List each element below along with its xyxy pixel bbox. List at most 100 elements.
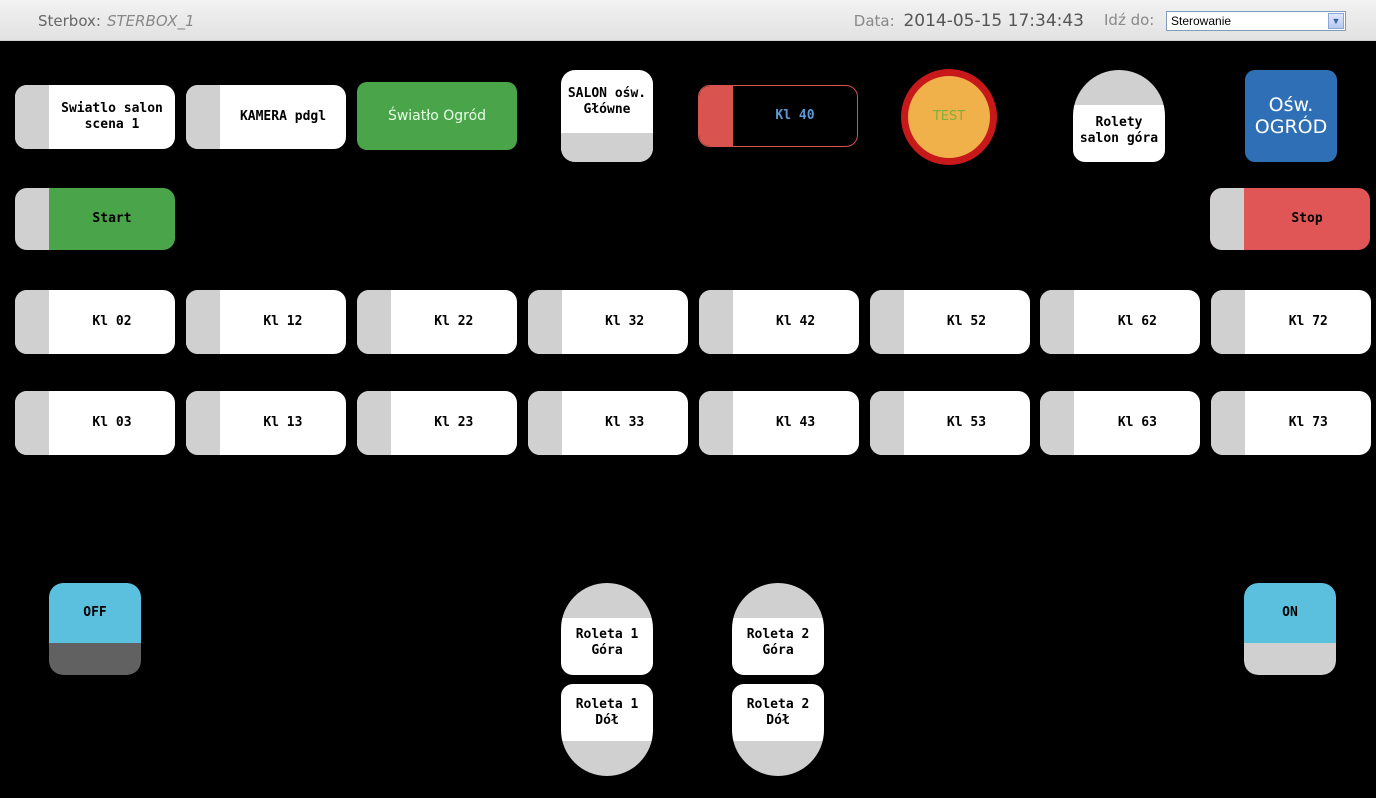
button-bottom [561, 133, 653, 162]
on-button[interactable]: ON [1244, 583, 1336, 675]
roleta2-dol-button[interactable]: Roleta 2 Dół [732, 684, 824, 776]
start-label: Start [92, 211, 132, 226]
kl-button[interactable]: Kl 33 [527, 391, 688, 455]
kl-button[interactable]: Kl 43 [698, 391, 859, 455]
date-value: 2014-05-15 17:34:43 [903, 11, 1084, 31]
brand-label: Sterbox: [38, 12, 101, 30]
on-bottom [1244, 643, 1336, 675]
kl-button-label: Kl 03 [92, 415, 132, 430]
swiatlo-ogrod-button[interactable]: Światło Ogród [357, 82, 517, 150]
date-display: Data: 2014-05-15 17:34:43 [854, 11, 1084, 31]
roleta2-gora-label: Roleta 2 Góra [746, 627, 810, 658]
kl-button-label: Kl 13 [263, 415, 303, 430]
brand-name: STERBOX_1 [106, 12, 195, 30]
kl-button-label: Kl 42 [776, 314, 816, 329]
goto-label: Idź do: [1104, 11, 1155, 29]
kl-button-label: Kl 02 [92, 314, 132, 329]
roleta2-gora-button[interactable]: Roleta 2 Góra [732, 583, 824, 675]
kl-button-label: Kl 53 [946, 415, 987, 430]
chevron-down-icon[interactable]: ▼ [1328, 13, 1344, 29]
swiatlo-salon-label: Swiatlo salon scena 1 [61, 101, 163, 132]
kl-button[interactable]: Kl 53 [869, 391, 1030, 455]
swiatlo-ogrod-label: Światło Ogród [387, 108, 487, 124]
kl-button-label: Kl 43 [776, 415, 816, 430]
button-cap [15, 85, 49, 149]
kl-button[interactable]: Kl 63 [1040, 391, 1201, 455]
button-cap [869, 391, 904, 455]
kl-button-label: Kl 23 [434, 415, 474, 430]
kl-button[interactable]: Kl 23 [356, 391, 517, 455]
top-bar: Sterbox: STERBOX_1 Data: 2014-05-15 17:34… [0, 0, 1376, 41]
kl-button[interactable]: Kl 62 [1040, 290, 1201, 354]
off-label: OFF [83, 605, 107, 620]
button-cap [356, 391, 391, 455]
button-cap [1210, 188, 1244, 250]
button-cap [698, 391, 733, 455]
osw-ogrod-button[interactable]: Ośw. OGRÓD [1245, 70, 1337, 162]
kl-button[interactable]: Kl 03 [15, 391, 175, 455]
test-button[interactable]: TEST [901, 69, 997, 165]
kl-button-label: Kl 72 [1288, 314, 1328, 329]
button-cap [185, 290, 220, 354]
roleta1-dol-button[interactable]: Roleta 1 Dół [561, 684, 653, 776]
kl-button[interactable]: Kl 73 [1211, 391, 1372, 455]
button-cap [698, 290, 733, 354]
osw-ogrod-label: Ośw. OGRÓD [1254, 94, 1328, 138]
date-label: Data: [853, 12, 895, 30]
on-top: ON [1244, 583, 1336, 643]
roleta1-dol-label: Roleta 1 Dół [575, 697, 639, 728]
kl-button-label: Kl 22 [434, 314, 474, 329]
kl-button[interactable]: Kl 52 [869, 290, 1030, 354]
kl-button-label: Kl 33 [605, 415, 645, 430]
stop-label: Stop [1291, 211, 1323, 226]
kl-button[interactable]: Kl 02 [15, 290, 175, 354]
kl-button[interactable]: Kl 22 [356, 290, 517, 354]
kamera-label: KAMERA pdgl [239, 109, 327, 124]
kl-button[interactable]: Kl 12 [185, 290, 346, 354]
button-cap [15, 290, 49, 354]
start-button[interactable]: Start [15, 188, 175, 250]
stop-button[interactable]: Stop [1210, 188, 1370, 250]
kl-button-label: Kl 12 [263, 314, 303, 329]
button-cap [15, 188, 49, 250]
roleta2-dol-label: Roleta 2 Dół [746, 697, 810, 728]
brand: Sterbox: STERBOX_1 [38, 12, 195, 30]
button-cap [1211, 391, 1246, 455]
swiatlo-salon-button[interactable]: Swiatlo salon scena 1 [15, 85, 175, 149]
button-cap [15, 391, 49, 455]
button-cap [186, 85, 220, 149]
off-button[interactable]: OFF [49, 583, 141, 675]
kl-button-label: Kl 73 [1288, 415, 1328, 430]
test-label: TEST [932, 109, 966, 124]
kl40-label: Kl 40 [775, 108, 815, 123]
goto-select[interactable]: Sterowanie ▼ [1166, 11, 1346, 31]
kl-button-label: Kl 52 [946, 314, 987, 329]
goto-selected-value: Sterowanie [1171, 14, 1232, 28]
rolety-salon-label: Rolety salon góra [1079, 115, 1159, 146]
button-cap [527, 290, 562, 354]
kl-button-label: Kl 62 [1117, 314, 1157, 329]
salon-osw-label: SALON ośw. Główne [567, 85, 647, 117]
kamera-button[interactable]: KAMERA pdgl [186, 85, 346, 149]
kl-button-label: Kl 63 [1117, 415, 1157, 430]
on-label: ON [1282, 605, 1298, 620]
button-cap [356, 290, 391, 354]
kl40-button[interactable]: Kl 40 [698, 85, 858, 147]
kl-button[interactable]: Kl 32 [527, 290, 688, 354]
off-bottom [49, 643, 141, 675]
button-cap [527, 391, 562, 455]
kl-button[interactable]: Kl 42 [698, 290, 859, 354]
button-cap [869, 290, 904, 354]
off-top: OFF [49, 583, 141, 643]
button-cap [1040, 290, 1075, 354]
kl-button-label: Kl 32 [605, 314, 645, 329]
button-cap [185, 391, 220, 455]
rolety-salon-button[interactable]: Rolety salon góra [1073, 70, 1165, 162]
roleta1-gora-label: Roleta 1 Góra [575, 627, 639, 658]
kl-button[interactable]: Kl 72 [1211, 290, 1372, 354]
roleta1-gora-button[interactable]: Roleta 1 Góra [561, 583, 653, 675]
button-cap [699, 86, 733, 146]
button-cap [1040, 391, 1075, 455]
kl-button[interactable]: Kl 13 [185, 391, 346, 455]
salon-osw-button[interactable]: SALON ośw. Główne [561, 70, 653, 162]
